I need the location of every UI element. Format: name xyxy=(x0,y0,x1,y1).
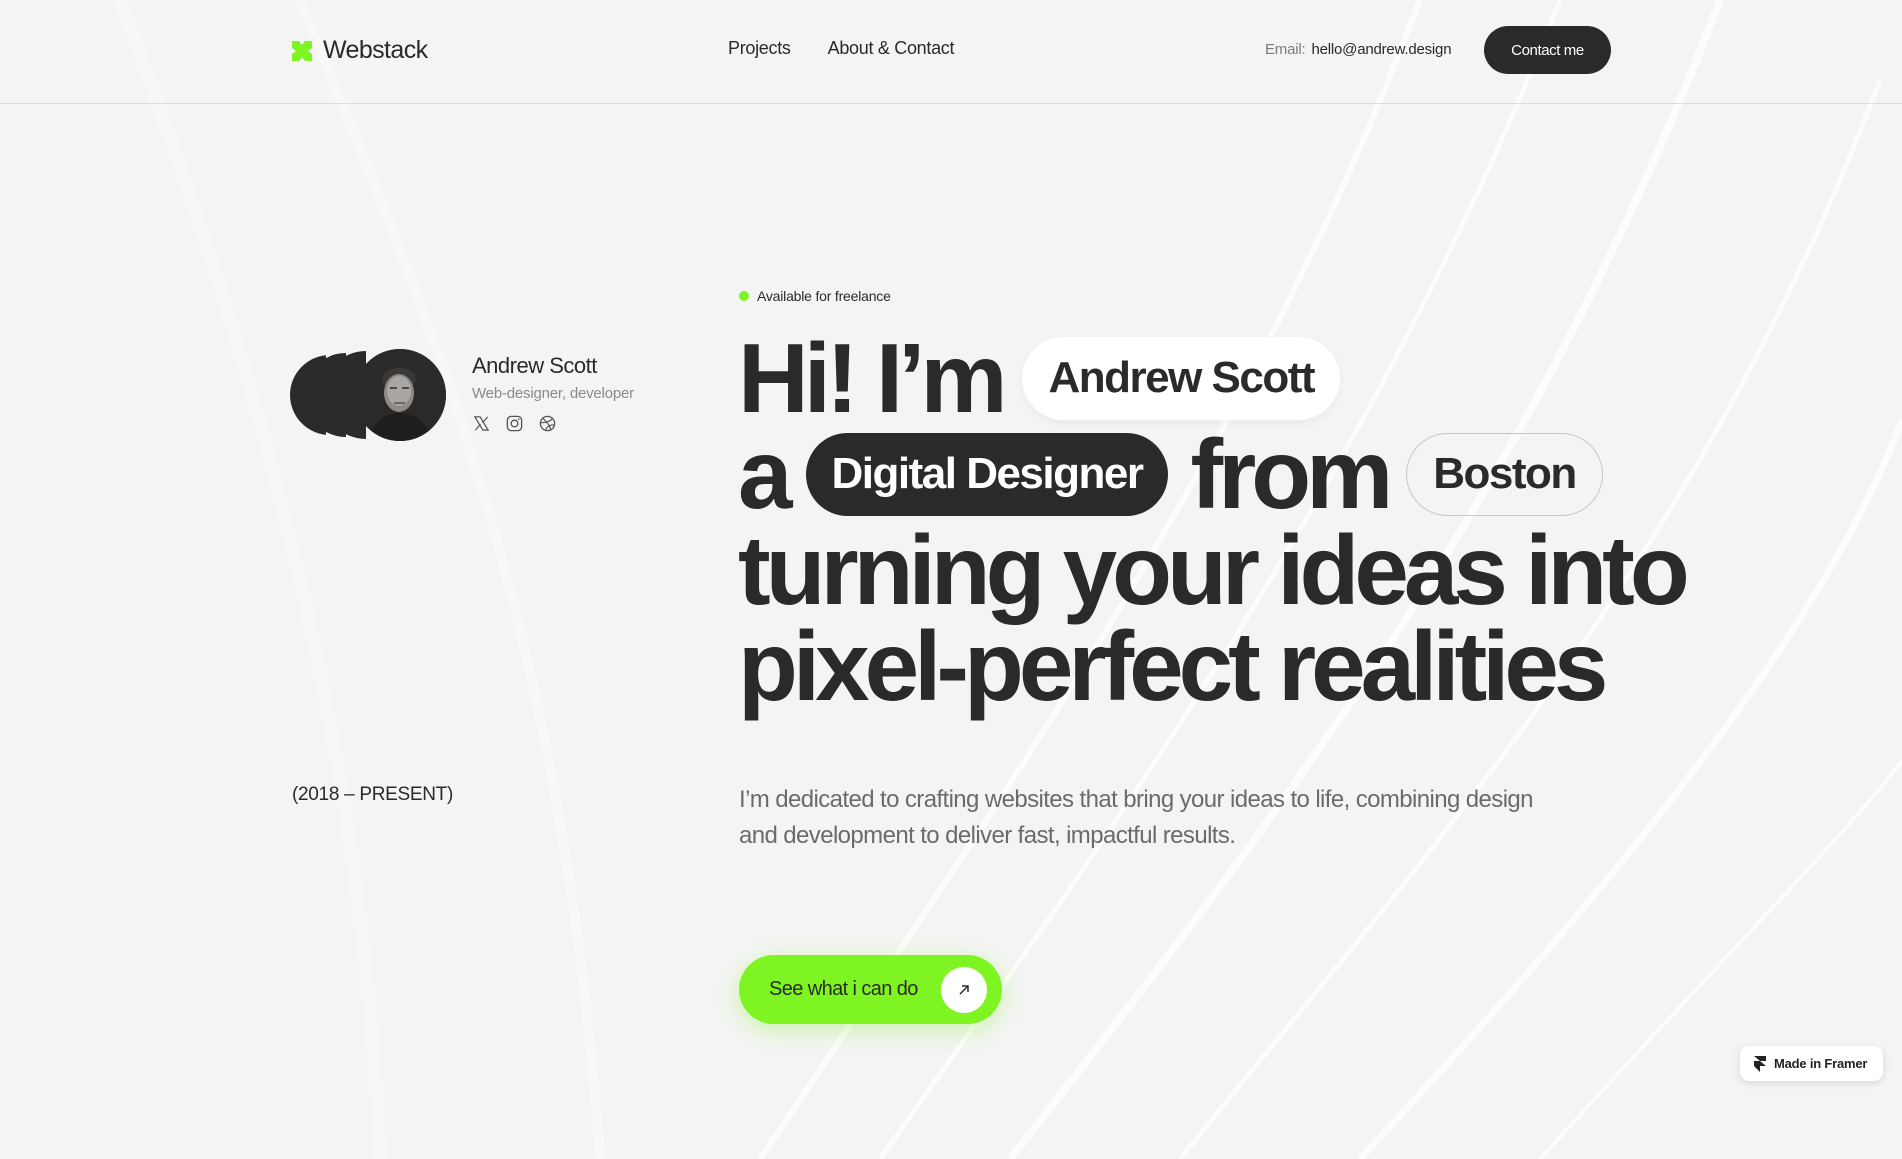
profile-role: Web-designer, developer xyxy=(472,385,634,402)
headline-article: a xyxy=(738,419,792,529)
x-icon xyxy=(473,416,490,431)
hero-description: I’m dedicated to crafting websites that … xyxy=(739,786,1534,849)
see-work-button[interactable]: See what i can do xyxy=(739,955,1002,1024)
name-pill: Andrew Scott xyxy=(1022,336,1341,420)
social-links xyxy=(472,414,634,433)
made-in-framer-badge[interactable]: Made in Framer xyxy=(1740,1046,1883,1081)
logo-text: Webstack xyxy=(323,36,428,64)
site-header: Webstack Projects About & Contact Email:… xyxy=(0,0,1902,104)
avatar xyxy=(354,349,446,441)
dribbble-link[interactable] xyxy=(538,414,557,433)
profile-card: Andrew Scott Web-designer, developer xyxy=(290,349,634,441)
logo-mark-icon xyxy=(292,40,312,61)
headline-line-3: turning your ideas into xyxy=(738,515,1690,625)
status-dot-icon xyxy=(739,291,749,301)
arrow-up-right-icon xyxy=(941,967,987,1013)
avatar-stack xyxy=(290,349,446,441)
framer-badge-label: Made in Framer xyxy=(1774,1056,1868,1071)
nav-projects[interactable]: Projects xyxy=(728,38,791,59)
role-pill: Digital Designer xyxy=(805,432,1169,516)
dribbble-icon xyxy=(539,415,556,432)
profile-name: Andrew Scott xyxy=(472,353,597,378)
headline-line-2: a Digital Designer from Boston xyxy=(738,419,1685,529)
instagram-link[interactable] xyxy=(505,414,524,433)
headline-greeting: Hi! I’m xyxy=(738,323,1007,433)
headline-line-4: pixel-perfect realities xyxy=(738,611,1608,721)
nav-about-contact[interactable]: About & Contact xyxy=(828,38,955,59)
availability-label: Available for freelance xyxy=(757,288,891,304)
logo[interactable]: Webstack xyxy=(290,36,428,65)
hero-section: Andrew Scott Web-designer, developer (20… xyxy=(0,0,1902,1159)
email-link[interactable]: hello@andrew.design xyxy=(1311,41,1451,58)
headline-from: from xyxy=(1190,419,1393,529)
career-period: (2018 – PRESENT) xyxy=(292,784,453,805)
x-link[interactable] xyxy=(472,414,491,433)
availability-status: Available for freelance xyxy=(739,288,891,304)
main-nav: Projects About & Contact xyxy=(728,38,955,59)
framer-logo-icon xyxy=(1754,1055,1766,1072)
email-contact: Email: hello@andrew.design xyxy=(1265,41,1452,58)
profile-info: Andrew Scott Web-designer, developer xyxy=(472,353,634,441)
city-pill: Boston xyxy=(1406,432,1603,516)
cta-label: See what i can do xyxy=(769,978,918,1000)
contact-me-button[interactable]: Contact me xyxy=(1484,26,1611,74)
email-label: Email: xyxy=(1265,41,1306,58)
hero-headline: Hi! I’m Andrew Scott a Digital Designer … xyxy=(738,323,1690,721)
instagram-icon xyxy=(506,415,523,432)
portrait-image xyxy=(354,349,446,441)
headline-line-1: Hi! I’m Andrew Scott xyxy=(738,323,1685,433)
